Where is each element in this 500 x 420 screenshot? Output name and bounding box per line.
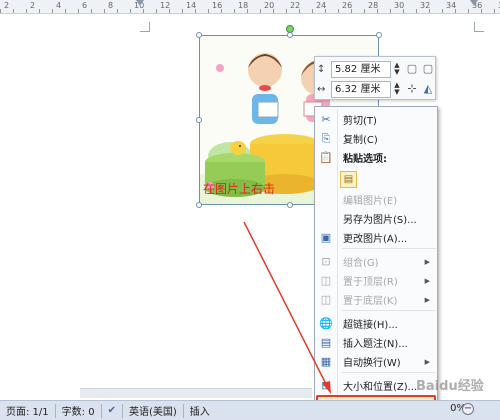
status-bar: 页面: 1/1 字数: 0 ✔ 英语(美国) 插入 (0, 400, 500, 420)
annotation-arrow (243, 221, 331, 394)
zoom-out-button[interactable]: − (462, 403, 474, 415)
proofing-icon[interactable]: ✔ (102, 405, 122, 416)
insert-mode[interactable]: 插入 (184, 403, 216, 418)
word-count[interactable]: 字数: 0 (56, 403, 101, 418)
page-count[interactable]: 页面: 1/1 (0, 403, 55, 418)
horizontal-scrollbar[interactable] (80, 388, 312, 398)
language-indicator[interactable]: 英语(美国) (123, 403, 183, 418)
watermark: Baidu经验 (416, 379, 484, 394)
